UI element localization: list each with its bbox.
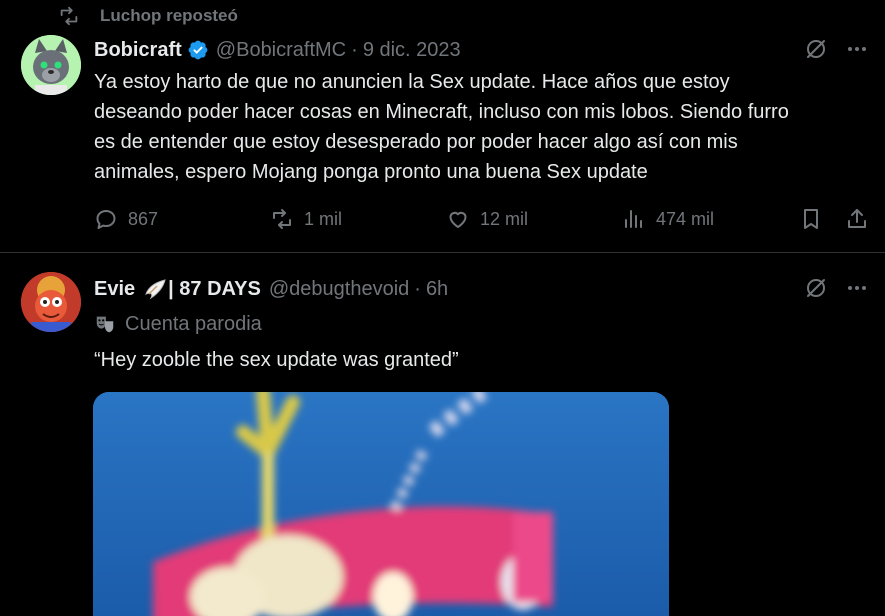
grok-icon[interactable] (804, 276, 828, 305)
author-handle[interactable]: @BobicraftMC (216, 39, 346, 62)
tweet1-text: Ya estoy harto de que no anuncien la Sex… (94, 67, 874, 187)
tweet2-text: “Hey zooble the sex update was granted” (94, 349, 459, 371)
tweet-date[interactable]: 9 dic. 2023 (363, 39, 461, 62)
grok-icon[interactable] (804, 37, 828, 66)
tweet1-line: es de entender que estoy desesperado por… (94, 131, 738, 153)
parody-label: Cuenta parodia (94, 311, 262, 337)
repost-bar: Luchop reposteó (58, 4, 238, 28)
views-count: 474 mil (656, 208, 715, 229)
views-button[interactable]: 474 mil (622, 207, 714, 231)
tweet2-header: Evie | 87 DAYS @debugthevoid · 6h (94, 275, 448, 303)
like-button[interactable]: 12 mil (446, 207, 528, 231)
like-count: 12 mil (480, 208, 529, 229)
author-name-suffix: | 87 DAYS (168, 277, 261, 300)
wing-emoji-icon (143, 278, 167, 300)
share-button[interactable] (845, 207, 869, 236)
tweet-time[interactable]: 6h (426, 278, 448, 301)
tweet-media-image[interactable] (93, 392, 669, 616)
author-name[interactable]: Bobicraft (94, 39, 182, 62)
views-icon (625, 210, 642, 228)
reply-icon (96, 210, 116, 229)
avatar-bobicraft[interactable] (21, 35, 81, 95)
tweet1-line: animales, espero Mojang ponga pronto una… (94, 161, 648, 183)
verified-badge-icon (187, 39, 209, 61)
tweet-divider (0, 252, 885, 253)
bookmark-icon (804, 209, 818, 229)
like-icon (449, 211, 467, 228)
author-name[interactable]: Evie (94, 278, 135, 301)
more-icon[interactable] (845, 37, 869, 66)
reposter-link[interactable]: Luchop reposteó (100, 6, 238, 26)
avatar-evie[interactable] (21, 272, 81, 332)
bookmark-button[interactable] (799, 207, 823, 236)
tweet1-header: Bobicraft @BobicraftMC · 9 dic. 2023 (94, 36, 461, 64)
author-handle[interactable]: @debugthevoid (269, 278, 409, 301)
share-icon (848, 209, 866, 228)
reply-count: 867 (128, 208, 159, 229)
parody-mask-icon (94, 313, 116, 335)
repost-button[interactable]: 1 mil (270, 207, 342, 231)
separator-dot: · (414, 277, 421, 300)
repost-count: 1 mil (304, 208, 343, 229)
more-icon[interactable] (845, 276, 869, 305)
repost-icon (58, 5, 80, 27)
tweet1-line: deseando poder hacer cosas en Minecraft,… (94, 101, 789, 123)
reply-button[interactable]: 867 (94, 207, 158, 231)
parody-text: Cuenta parodia (125, 312, 262, 335)
tweet1-line: Ya estoy harto de que no anuncien la Sex… (94, 71, 730, 93)
separator-dot: · (351, 38, 358, 61)
repost-icon (273, 209, 291, 229)
